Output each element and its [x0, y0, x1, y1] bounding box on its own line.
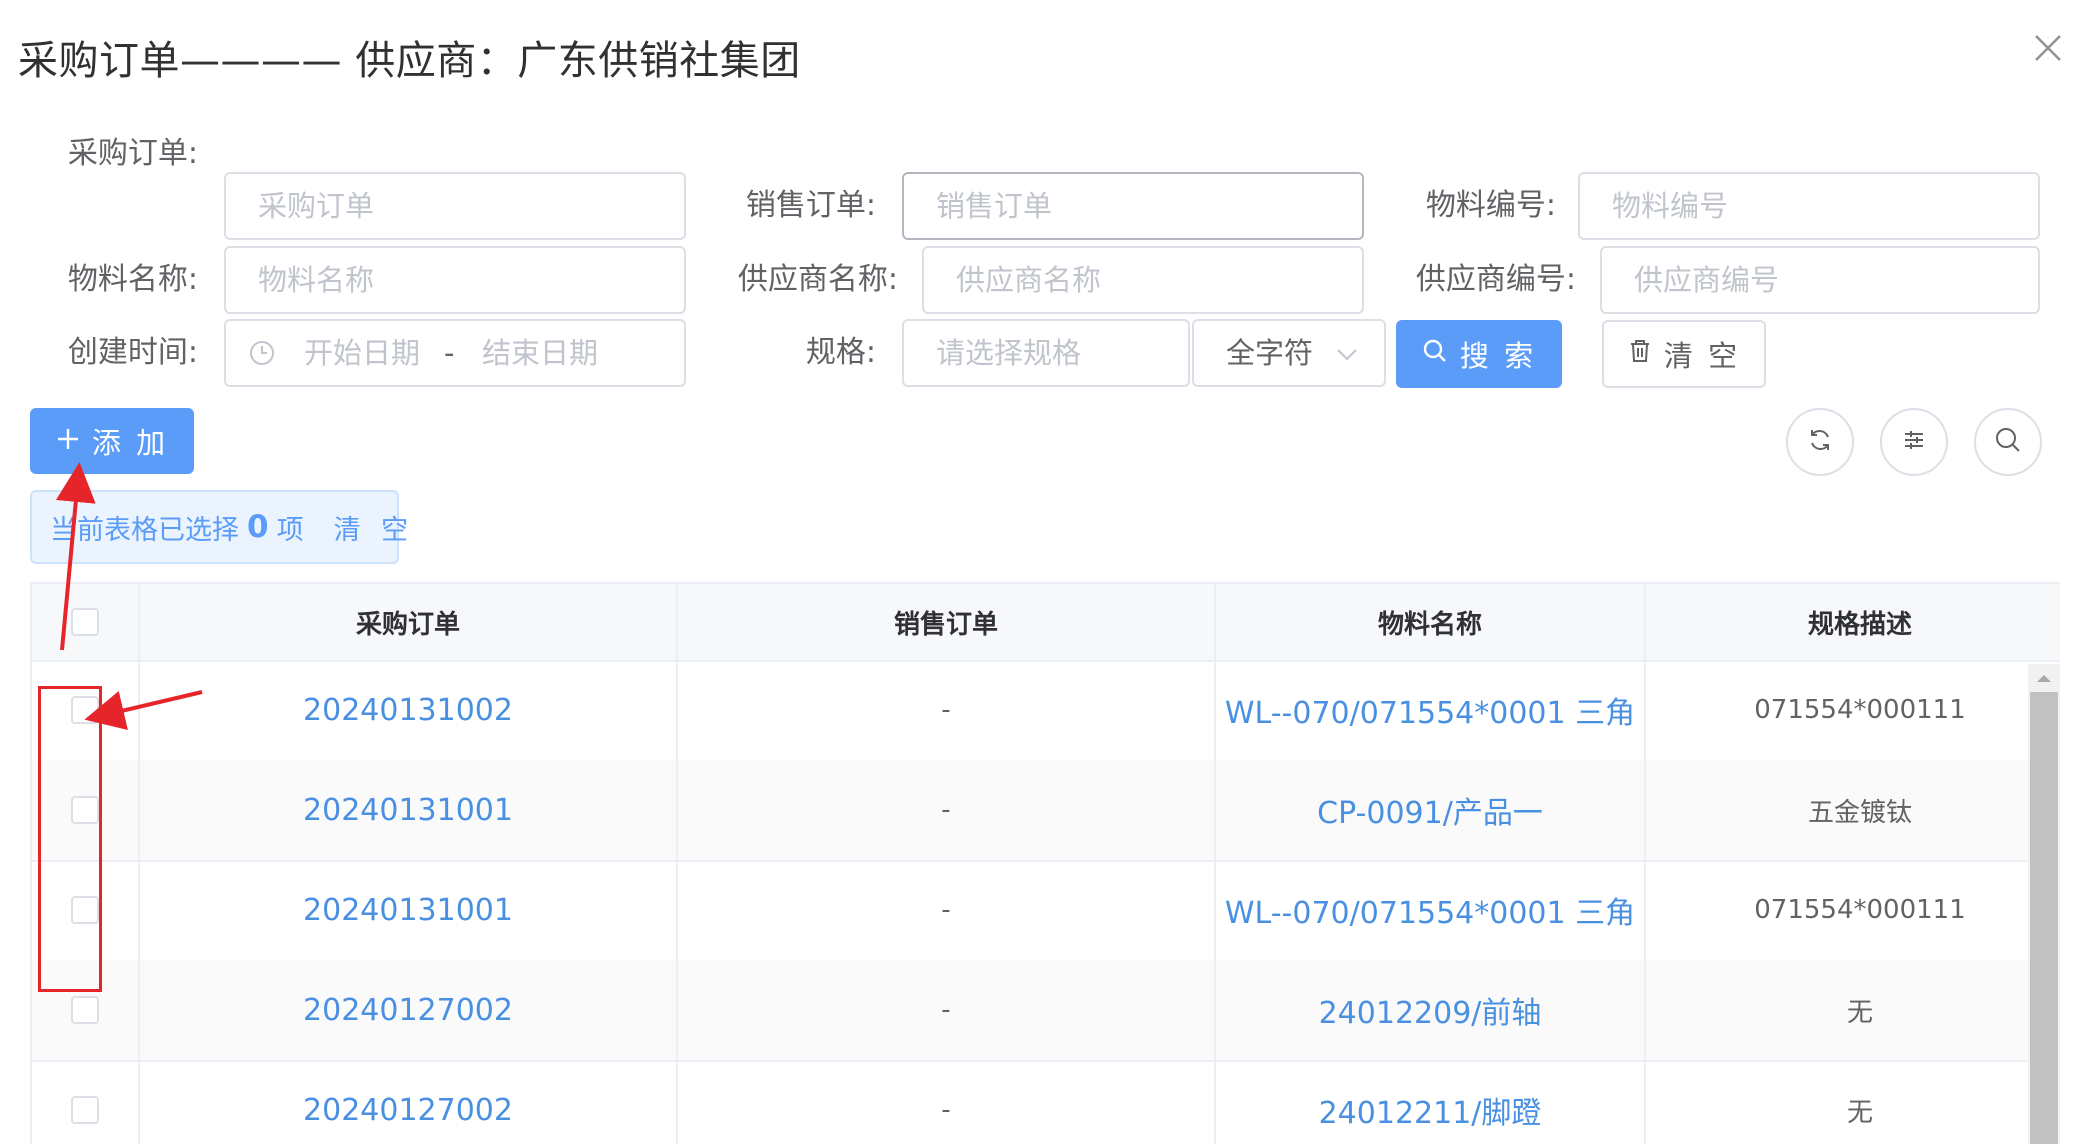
column-header[interactable]: 采购订单	[140, 584, 678, 660]
search-icon	[1994, 426, 2022, 458]
add-button-label: 添 加	[91, 426, 169, 460]
purchase-order-label: 采购订单:	[67, 136, 198, 171]
dialog-title: 采购订单———— 供应商：广东供销社集团	[18, 38, 801, 84]
search-icon	[1422, 337, 1448, 371]
row-checkbox[interactable]	[71, 1096, 99, 1124]
sales-order-cell: -	[678, 960, 1216, 1060]
clear-button[interactable]: 清 空	[1602, 320, 1766, 388]
column-header[interactable]: 规格描述	[1646, 584, 2060, 660]
table-row[interactable]: 20240127002 - 24012209/前轴 无	[32, 960, 2060, 1062]
clear-selection-link[interactable]: 清 空	[334, 508, 415, 547]
table-row[interactable]: 20240131001 - CP-0091/产品一 五金镀钛	[32, 760, 2060, 862]
spec-select[interactable]: 请选择规格	[902, 319, 1190, 387]
row-checkbox[interactable]	[71, 996, 99, 1024]
sales-order-placeholder: 销售订单	[936, 189, 1053, 223]
purchase-order-placeholder: 采购订单	[258, 189, 375, 223]
material-name-link[interactable]: CP-0091/产品一	[1216, 760, 1646, 860]
match-mode-value: 全字符	[1226, 336, 1314, 370]
close-icon[interactable]	[2028, 28, 2068, 68]
sliders-icon	[1900, 426, 1928, 458]
purchase-order-input[interactable]: 采购订单	[224, 172, 686, 240]
selection-info: 当前表格已选择 0 项 清 空	[30, 490, 408, 564]
spec-label: 规格:	[805, 335, 876, 370]
purchase-order-link[interactable]: 20240131001	[140, 760, 678, 860]
start-date-placeholder: 开始日期	[304, 336, 421, 370]
spec-cell: 无	[1646, 960, 2060, 1060]
end-date-placeholder: 结束日期	[482, 336, 599, 370]
sales-order-cell: -	[678, 860, 1216, 960]
material-name-input[interactable]: 物料名称	[224, 246, 686, 314]
spec-cell: 071554*000111	[1646, 860, 2060, 960]
refresh-button[interactable]	[1786, 408, 1854, 476]
selection-prefix: 当前表格已选择	[50, 514, 239, 546]
supplier-code-label: 供应商编号:	[1415, 262, 1576, 297]
material-name-link[interactable]: 24012209/前轴	[1216, 960, 1646, 1060]
header-select-all-cell	[32, 584, 140, 660]
spec-placeholder: 请选择规格	[936, 336, 1082, 370]
supplier-name-input[interactable]: 供应商名称	[922, 246, 1364, 314]
material-name-link[interactable]: 24012211/脚蹬	[1216, 1060, 1646, 1144]
search-button[interactable]: 搜 索	[1396, 320, 1562, 388]
purchase-order-link[interactable]: 20240127002	[140, 1060, 678, 1144]
checkbox-highlight-box	[38, 686, 102, 992]
sales-order-cell: -	[678, 1060, 1216, 1144]
sales-order-input[interactable]: 销售订单	[902, 172, 1364, 240]
supplier-code-input[interactable]: 供应商编号	[1600, 246, 2040, 314]
sales-order-cell: -	[678, 660, 1216, 760]
spec-cell: 071554*000111	[1646, 660, 2060, 760]
material-code-label: 物料编号:	[1425, 188, 1556, 223]
trash-icon	[1628, 337, 1652, 371]
supplier-name-label: 供应商名称:	[737, 262, 898, 297]
clock-icon	[248, 339, 276, 371]
created-time-label: 创建时间:	[67, 335, 198, 370]
select-all-checkbox[interactable]	[71, 608, 99, 636]
selection-suffix: 项	[276, 514, 304, 546]
spec-cell: 五金镀钛	[1646, 760, 2060, 860]
supplier-code-placeholder: 供应商编号	[1634, 263, 1780, 297]
table-header: 采购订单 销售订单 物料名称 规格描述	[32, 584, 2060, 662]
purchase-order-link[interactable]: 20240127002	[140, 960, 678, 1060]
row-checkbox-cell	[32, 1060, 140, 1144]
table-row[interactable]: 20240127002 - 24012211/脚蹬 无	[32, 1060, 2060, 1144]
material-name-link[interactable]: WL--070/071554*0001 三角	[1216, 660, 1646, 760]
purchase-order-table: 采购订单 销售订单 物料名称 规格描述 20240131002 - WL--07…	[30, 582, 2060, 1144]
table-row[interactable]: 20240131001 - WL--070/071554*0001 三角 071…	[32, 860, 2060, 962]
purchase-order-link[interactable]: 20240131002	[140, 660, 678, 760]
sales-order-label: 销售订单:	[745, 188, 876, 223]
search-button-label: 搜 索	[1459, 339, 1537, 373]
toggle-search-button[interactable]	[1974, 408, 2042, 476]
scroll-up-arrow-icon[interactable]	[2030, 666, 2058, 690]
date-range-picker[interactable]: 开始日期 - 结束日期	[224, 319, 686, 387]
sales-order-cell: -	[678, 760, 1216, 860]
material-code-placeholder: 物料编号	[1612, 189, 1729, 223]
chevron-down-icon	[1334, 341, 1360, 371]
purchase-order-link[interactable]: 20240131001	[140, 860, 678, 960]
clear-button-label: 清 空	[1663, 339, 1741, 373]
column-header[interactable]: 销售订单	[678, 584, 1216, 660]
supplier-name-placeholder: 供应商名称	[956, 263, 1102, 297]
refresh-icon	[1806, 426, 1834, 458]
column-header[interactable]: 物料名称	[1216, 584, 1646, 660]
add-button[interactable]: 添 加	[30, 408, 194, 474]
material-code-input[interactable]: 物料编号	[1578, 172, 2040, 240]
selection-count: 0	[247, 509, 269, 545]
material-name-label: 物料名称:	[67, 262, 198, 297]
table-row[interactable]: 20240131002 - WL--070/071554*0001 三角 071…	[32, 660, 2060, 762]
spec-cell: 无	[1646, 1060, 2060, 1144]
material-name-link[interactable]: WL--070/071554*0001 三角	[1216, 860, 1646, 960]
column-settings-button[interactable]	[1880, 408, 1948, 476]
scrollbar-thumb[interactable]	[2030, 692, 2058, 1144]
material-name-placeholder: 物料名称	[258, 263, 375, 297]
match-mode-select[interactable]: 全字符	[1192, 319, 1386, 387]
plus-icon	[56, 424, 80, 458]
date-range-separator: -	[444, 336, 455, 370]
